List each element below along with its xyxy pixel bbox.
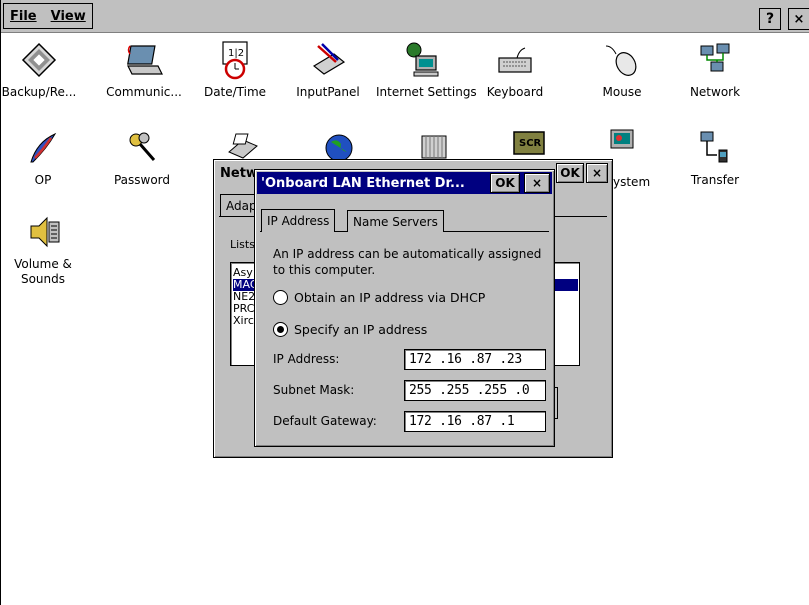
ip-settings-dialog: 'Onboard LAN Ethernet Dr... OK × IP Addr… <box>254 169 555 447</box>
icon-label: Backup/Re... <box>1 85 77 99</box>
floppy-disk-icon <box>21 42 57 78</box>
icon-label: Volume & Sounds <box>14 257 72 286</box>
dialog-title: 'Onboard LAN Ethernet Dr... <box>261 175 465 191</box>
network-computers-icon <box>700 43 730 72</box>
system-computer-icon <box>610 129 634 149</box>
dialog-close-button[interactable]: × <box>524 173 550 193</box>
icon-communication[interactable]: Communic... <box>98 40 190 100</box>
icon-label: Date/Time <box>203 85 267 99</box>
icon-transfer[interactable]: Transfer <box>669 128 761 188</box>
icon-label: Internet Settings <box>376 85 477 99</box>
dialog-titlebar: 'Onboard LAN Ethernet Dr... OK × <box>257 172 552 194</box>
keyboard-icon <box>498 47 532 73</box>
icon-internet-settings[interactable]: Internet Settings <box>376 40 477 100</box>
tab-ip-address[interactable]: IP Address <box>261 209 336 232</box>
network-close-button[interactable]: × <box>586 163 608 183</box>
ip-address-label: IP Address: <box>273 352 340 366</box>
default-gateway-label: Default Gateway: <box>273 414 377 428</box>
dialog-description: An IP address can be automatically assig… <box>273 247 542 277</box>
icon-keyboard[interactable]: Keyboard <box>469 40 561 100</box>
help-button[interactable]: ? <box>759 8 781 30</box>
icon-label: Mouse <box>602 85 642 99</box>
file-menu[interactable]: File <box>10 9 37 24</box>
pc-connection-icon <box>700 131 728 163</box>
mouse-icon <box>605 45 637 76</box>
printer-icon <box>228 133 258 159</box>
icon-date-time[interactable]: 1|2 Date/Time <box>189 40 281 100</box>
menu-bar: File View ? × <box>1 0 809 33</box>
icon-label: Communic... <box>106 85 182 99</box>
subnet-mask-field[interactable]: 255 .255 .255 .0 <box>404 380 546 401</box>
globe-icon <box>325 134 353 160</box>
keys-icon <box>129 132 156 161</box>
svg-text:SCR: SCR <box>519 138 542 149</box>
radio-selected-dot <box>277 326 284 333</box>
icon-op[interactable]: OP <box>0 128 89 188</box>
icon-input-panel[interactable]: InputPanel <box>282 40 374 100</box>
view-menu[interactable]: View <box>51 9 86 24</box>
icon-label: Password <box>113 173 171 187</box>
default-gateway-field[interactable]: 172 .16 .87 .1 <box>404 411 546 432</box>
keyboard-pen-icon <box>312 43 346 75</box>
globe-computer-icon <box>406 42 439 77</box>
radio-specify[interactable] <box>273 322 288 337</box>
tab-name-servers[interactable]: Name Servers <box>347 210 444 232</box>
calendar-clock-icon: 1|2 <box>222 41 248 80</box>
server-icon <box>421 135 447 159</box>
radio-dhcp-label[interactable]: Obtain an IP address via DHCP <box>294 290 485 305</box>
desktop: File View ? × Backup/Re... Communic... 1… <box>0 0 809 605</box>
icon-label: OP <box>34 173 52 187</box>
speaker-icon <box>30 216 60 248</box>
network-ok-button[interactable]: OK <box>556 163 584 183</box>
icon-label: Network <box>689 85 741 99</box>
icon-password[interactable]: Password <box>96 128 188 188</box>
radio-dhcp-row[interactable]: Obtain an IP address via DHCP <box>273 290 485 305</box>
dialog-ok-button[interactable]: OK <box>490 173 520 193</box>
menu-group: File View <box>3 3 93 29</box>
radio-dhcp[interactable] <box>273 290 288 305</box>
icon-label: Transfer <box>690 173 740 187</box>
icon-label: Keyboard <box>486 85 544 99</box>
adapter-list-caption: Lists <box>230 238 255 251</box>
ip-address-field[interactable]: 172 .16 .87 .23 <box>404 349 546 370</box>
svg-text:1|2: 1|2 <box>228 48 244 59</box>
icon-mouse[interactable]: Mouse <box>576 40 668 100</box>
icon-volume-sounds[interactable]: Volume & Sounds <box>0 212 89 287</box>
icon-network[interactable]: Network <box>669 40 761 100</box>
radio-specify-row[interactable]: Specify an IP address <box>273 322 427 337</box>
feather-icon <box>30 132 57 163</box>
icon-backup-restore[interactable]: Backup/Re... <box>0 40 85 100</box>
icon-label: InputPanel <box>296 85 360 99</box>
subnet-mask-label: Subnet Mask: <box>273 383 355 397</box>
close-button[interactable]: × <box>788 8 809 30</box>
system-label-partial: ystem <box>613 175 651 189</box>
radio-specify-label[interactable]: Specify an IP address <box>294 322 427 337</box>
laptop-icon <box>127 45 163 75</box>
screen-icon: SCR <box>513 131 545 155</box>
